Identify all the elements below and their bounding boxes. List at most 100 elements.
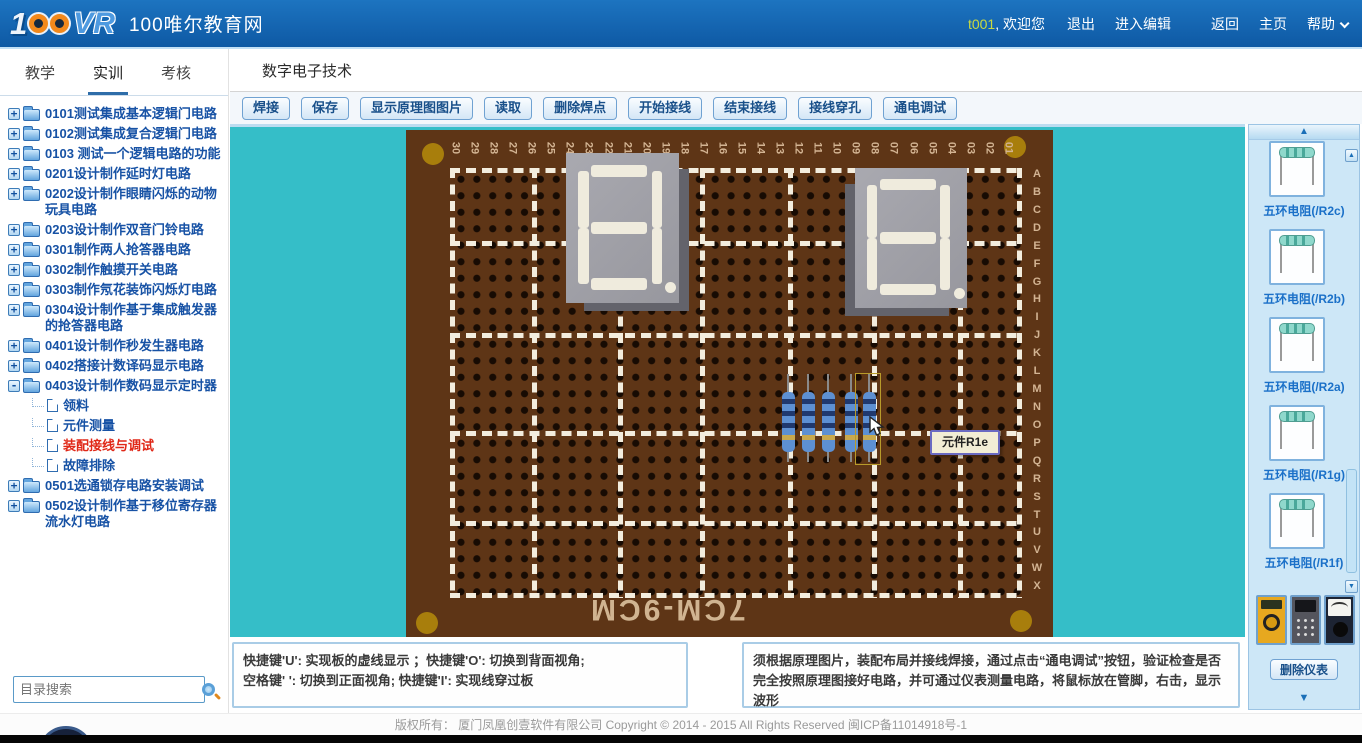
tree-item-label: 0304设计制作基于集成触发器的抢答器电路 xyxy=(45,302,222,334)
tree-item[interactable]: 0101测试集成基本逻辑门电路 xyxy=(8,106,222,122)
resistor-thumbnail[interactable] xyxy=(1269,141,1325,197)
resistor-thumbnail[interactable] xyxy=(1269,405,1325,461)
logo-1-glyph: 1 xyxy=(10,6,27,42)
handheld-meter[interactable] xyxy=(1290,595,1321,645)
expand-icon[interactable] xyxy=(8,108,20,120)
tree-item[interactable]: 0202设计制作眼睛闪烁的动物玩具电路 xyxy=(8,186,222,218)
tree-item-label: 0201设计制作延时灯电路 xyxy=(45,166,191,182)
site-name: 100唯尔教育网 xyxy=(129,10,264,37)
course-tree: 0101测试集成基本逻辑门电路 0102测试集成复合逻辑门电路 0103 测试一… xyxy=(0,96,228,530)
expand-icon[interactable] xyxy=(8,380,20,392)
toolbar-button[interactable]: 结束接线 xyxy=(713,97,787,120)
search-icon[interactable] xyxy=(202,683,215,696)
document-icon xyxy=(47,459,58,472)
row-letter: C xyxy=(1026,204,1048,222)
simulation-canvas[interactable]: 3029282726252423222120191817161514131211… xyxy=(230,124,1245,637)
scrollbar-up-icon[interactable]: ▲ xyxy=(1345,149,1358,162)
toolbar-button[interactable]: 开始接线 xyxy=(628,97,702,120)
row-letter: B xyxy=(1026,186,1048,204)
tree-item[interactable]: 0301制作两人抢答器电路 xyxy=(8,242,222,258)
tree-item-label: 0403设计制作数码显示定时器 xyxy=(45,378,217,394)
copyright-footer: 版权所有： 厦门凤凰创壹软件有限公司 Copyright © 2014 - 20… xyxy=(0,713,1362,735)
resistor[interactable] xyxy=(781,370,796,466)
panel-scroll-down-button[interactable]: ▼ xyxy=(1249,692,1359,704)
enter-edit-link[interactable]: 进入编辑 xyxy=(1115,14,1171,34)
site-logo: 1 VR xyxy=(10,6,115,42)
tree-item[interactable]: 0102测试集成复合逻辑门电路 xyxy=(8,126,222,142)
resistor[interactable] xyxy=(821,370,836,466)
row-letter: N xyxy=(1026,401,1048,419)
tree-item[interactable]: 故障排除 xyxy=(32,458,222,474)
expand-icon[interactable] xyxy=(8,168,20,180)
toolbar-button[interactable]: 焊接 xyxy=(242,97,290,120)
expand-icon[interactable] xyxy=(8,360,20,372)
component-label: 五环电阻(/R1g) xyxy=(1249,466,1359,483)
scrollbar-thumb[interactable] xyxy=(1346,469,1357,573)
resistor[interactable] xyxy=(801,370,816,466)
toolbar-button[interactable]: 接线穿孔 xyxy=(798,97,872,120)
tree-item[interactable]: 0502设计制作基于移位寄存器流水灯电路 xyxy=(8,498,222,530)
sidebar-tab[interactable]: 考核 xyxy=(156,62,196,95)
toolbar-button[interactable]: 通电调试 xyxy=(883,97,957,120)
document-icon xyxy=(47,399,58,412)
tree-item[interactable]: 0501选通锁存电路安装调试 xyxy=(8,478,222,494)
logout-link[interactable]: 退出 xyxy=(1067,14,1095,34)
tree-item-label: 0401设计制作秒发生器电路 xyxy=(45,338,204,354)
component-label: 五环电阻(/R1f) xyxy=(1249,554,1359,571)
toolbar-button[interactable]: 读取 xyxy=(484,97,532,120)
tree-item[interactable]: 元件测量 xyxy=(32,418,222,434)
tree-item-label: 0102测试集成复合逻辑门电路 xyxy=(45,126,217,142)
expand-icon[interactable] xyxy=(8,224,20,236)
toolbar-button[interactable]: 删除焊点 xyxy=(543,97,617,120)
tree-item[interactable]: 0402搭接计数译码显示电路 xyxy=(8,358,222,374)
delete-instrument-button[interactable]: 删除仪表 xyxy=(1270,659,1338,680)
expand-icon[interactable] xyxy=(8,500,20,512)
toolbar-button[interactable]: 显示原理图图片 xyxy=(360,97,473,120)
home-link[interactable]: 主页 xyxy=(1259,14,1287,34)
expand-icon[interactable] xyxy=(8,148,20,160)
seven-segment-display-right[interactable] xyxy=(855,168,967,308)
expand-icon[interactable] xyxy=(8,244,20,256)
course-sidebar: 教学 实训 考核 0101测试集成基本逻辑门电路 0102测试集成复合逻辑门电路 xyxy=(0,49,229,713)
expand-icon[interactable] xyxy=(8,304,20,316)
sidebar-tab[interactable]: 实训 xyxy=(88,62,128,95)
tree-connector xyxy=(32,458,44,467)
resistor-thumbnail[interactable] xyxy=(1269,317,1325,373)
row-letter: J xyxy=(1026,329,1048,347)
expand-icon[interactable] xyxy=(8,284,20,296)
expand-icon[interactable] xyxy=(8,188,20,200)
tree-item[interactable]: 0403设计制作数码显示定时器 xyxy=(8,378,222,394)
back-link[interactable]: 返回 xyxy=(1211,14,1239,34)
tree-item[interactable]: 0303制作氖花装饰闪烁灯电路 xyxy=(8,282,222,298)
tree-item-label: 0301制作两人抢答器电路 xyxy=(45,242,191,258)
expand-icon[interactable] xyxy=(8,128,20,140)
component-item: 五环电阻(/R1g) xyxy=(1249,405,1359,483)
tree-item[interactable]: 0103 测试一个逻辑电路的功能 xyxy=(8,146,222,162)
search-input[interactable] xyxy=(14,682,202,697)
toolbar-button[interactable]: 保存 xyxy=(301,97,349,120)
expand-icon[interactable] xyxy=(8,480,20,492)
scrollbar-down-icon[interactable]: ▼ xyxy=(1345,580,1358,593)
perfboard[interactable]: 3029282726252423222120191817161514131211… xyxy=(406,130,1053,637)
tree-item[interactable]: 领料 xyxy=(32,398,222,414)
tree-item[interactable]: 0201设计制作延时灯电路 xyxy=(8,166,222,182)
panel-scroll-up-button[interactable]: ▲ xyxy=(1249,125,1359,140)
sidebar-tab[interactable]: 教学 xyxy=(20,62,60,95)
resistor-thumbnail[interactable] xyxy=(1269,493,1325,549)
resistor-thumbnail[interactable] xyxy=(1269,229,1325,285)
tab-digital-electronics[interactable]: 数字电子技术 xyxy=(256,60,358,95)
row-letter: X xyxy=(1026,580,1048,598)
board-model-label: 7CM-9CM xyxy=(588,592,746,626)
analog-multimeter[interactable] xyxy=(1324,595,1355,645)
expand-icon[interactable] xyxy=(8,264,20,276)
help-link[interactable]: 帮助 xyxy=(1307,14,1346,34)
row-letter: H xyxy=(1026,293,1048,311)
seven-segment-display-left[interactable] xyxy=(566,153,679,303)
tree-item[interactable]: 装配接线与调试 xyxy=(32,438,222,454)
digital-multimeter[interactable] xyxy=(1256,595,1287,645)
tree-item[interactable]: 0302制作触摸开关电路 xyxy=(8,262,222,278)
tree-item[interactable]: 0401设计制作秒发生器电路 xyxy=(8,338,222,354)
tree-item[interactable]: 0203设计制作双音门铃电路 xyxy=(8,222,222,238)
tree-item[interactable]: 0304设计制作基于集成触发器的抢答器电路 xyxy=(8,302,222,334)
expand-icon[interactable] xyxy=(8,340,20,352)
